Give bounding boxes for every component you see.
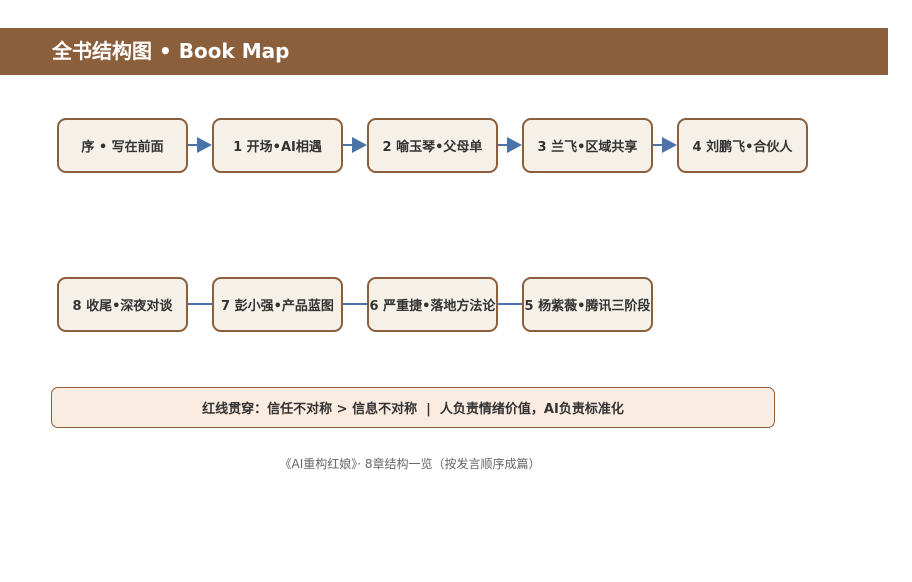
- flow-node-chapter-8: 8 收尾•深夜对谈: [57, 277, 188, 332]
- flow-node-chapter-4: 4 刘鹏飞•合伙人: [677, 118, 808, 173]
- arrow-2: [343, 137, 367, 153]
- flow-node-preface: 序 • 写在前面: [57, 118, 188, 173]
- flow-node-chapter-1: 1 开场•AI相遇: [212, 118, 343, 173]
- flow-node-chapter-2: 2 喻玉琴•父母单: [367, 118, 498, 173]
- flow-node-chapter-6: 6 严重捷•落地方法论: [367, 277, 498, 332]
- arrow-4: [653, 137, 677, 153]
- flow-node-chapter-5: 5 杨紫薇•腾讯三阶段: [522, 277, 653, 332]
- arrow-1: [188, 137, 212, 153]
- flow-node-chapter-3: 3 兰飞•区域共享: [522, 118, 653, 173]
- flow-node-chapter-7: 7 彭小强•产品蓝图: [212, 277, 343, 332]
- arrow-3: [498, 137, 522, 153]
